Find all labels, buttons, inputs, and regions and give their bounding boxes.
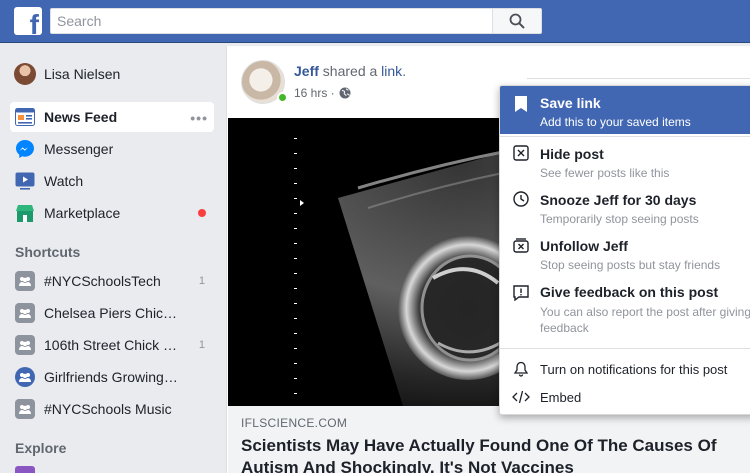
sidebar-item-news-feed[interactable]: News Feed ••• <box>10 102 214 132</box>
menu-item-subtitle: Add this to your saved items <box>540 115 691 129</box>
unread-count: 1 <box>198 275 205 287</box>
menu-item-subtitle: Temporarily stop seeing posts <box>540 212 699 226</box>
sidebar-item-messenger[interactable]: Messenger <box>10 134 214 164</box>
online-status-icon <box>277 92 288 103</box>
left-sidebar: Lisa Nielsen News Feed ••• Messenger Wat… <box>0 43 226 473</box>
clock-icon <box>513 191 529 207</box>
news-feed-icon <box>15 108 35 126</box>
post-action-text: shared a <box>318 63 382 79</box>
search-icon <box>509 13 525 29</box>
menu-divider <box>500 136 750 137</box>
explore-item-icon[interactable] <box>15 466 35 473</box>
post-object-link[interactable]: link <box>381 63 402 79</box>
sidebar-item-label: Girlfriends Growing… <box>44 369 178 385</box>
menu-item-subtitle: See fewer posts like this <box>540 166 670 180</box>
menu-item-save-link[interactable]: Save link Add this to your saved items <box>500 86 750 134</box>
menu-item-title: Save link <box>540 95 601 111</box>
sidebar-item-label: Marketplace <box>44 205 121 221</box>
messenger-icon <box>16 140 34 158</box>
sidebar-item-label: #NYCSchoolsTech <box>44 273 161 289</box>
sidebar-item-label: Messenger <box>44 141 114 157</box>
code-icon <box>512 390 530 404</box>
avatar <box>14 63 36 85</box>
more-options-icon[interactable]: ••• <box>190 110 208 126</box>
sidebar-item-label: Watch <box>44 173 84 189</box>
menu-item-title: Unfollow Jeff <box>540 238 628 254</box>
sidebar-item-label: 106th Street Chick … <box>44 337 178 353</box>
post-suffix: . <box>402 63 407 79</box>
menu-item-title: Hide post <box>540 146 604 162</box>
logo-letter: f <box>29 9 39 36</box>
group-icon <box>15 399 35 419</box>
menu-item-title: Embed <box>540 390 582 405</box>
menu-divider <box>500 348 750 349</box>
hide-post-icon <box>513 145 529 161</box>
marketplace-icon <box>16 205 34 222</box>
menu-item-title: Turn on notifications for this post <box>540 362 728 377</box>
bookmark-icon <box>515 96 527 112</box>
watch-icon <box>15 172 35 190</box>
sidebar-item-shortcut[interactable]: #NYCSchoolsTech 1 <box>10 266 214 296</box>
post-time-text[interactable]: 16 hrs · <box>294 86 335 100</box>
explore-heading: Explore <box>15 440 67 456</box>
menu-item-embed[interactable]: Embed <box>500 384 750 410</box>
link-domain: IFLSCIENCE.COM <box>241 416 348 430</box>
group-icon <box>15 335 35 355</box>
search-button[interactable] <box>493 8 542 34</box>
post-options-menu: Save link Add this to your saved items H… <box>499 85 750 415</box>
sidebar-item-shortcut[interactable]: #NYCSchools Music <box>10 394 214 424</box>
sidebar-profile[interactable]: Lisa Nielsen <box>10 59 214 89</box>
menu-item-hide-post[interactable]: Hide post See fewer posts like this <box>500 138 750 182</box>
menu-item-unfollow[interactable]: Unfollow Jeff Stop seeing posts but stay… <box>500 230 750 276</box>
menu-item-title: Snooze Jeff for 30 days <box>540 192 697 208</box>
post-timestamp: 16 hrs · <box>294 86 351 100</box>
menu-item-title: Give feedback on this post <box>540 284 719 300</box>
sidebar-item-shortcut[interactable]: 106th Street Chick … 1 <box>10 330 214 360</box>
post-author-link[interactable]: Jeff <box>294 63 319 79</box>
bell-icon <box>513 361 529 377</box>
sidebar-item-shortcut[interactable]: Chelsea Piers Chic… <box>10 298 214 328</box>
user-name: Lisa Nielsen <box>44 66 121 82</box>
top-bar: f <box>0 0 750 43</box>
sidebar-item-label: News Feed <box>44 109 118 125</box>
post-header: Jeff shared a link. <box>294 63 406 79</box>
menu-item-subtitle: Stop seeing posts but stay friends <box>540 258 721 272</box>
menu-item-give-feedback[interactable]: Give feedback on this post You can also … <box>500 276 750 344</box>
group-icon <box>15 271 35 291</box>
sidebar-item-watch[interactable]: Watch <box>10 166 214 196</box>
menu-item-snooze[interactable]: Snooze Jeff for 30 days Temporarily stop… <box>500 184 750 230</box>
notification-dot <box>198 209 206 217</box>
link-title[interactable]: Scientists May Have Actually Found One O… <box>241 435 746 473</box>
sidebar-item-shortcut[interactable]: Girlfriends Growing… <box>10 362 214 392</box>
globe-icon <box>339 87 351 99</box>
sidebar-item-marketplace[interactable]: Marketplace <box>10 198 214 228</box>
menu-anchor-divider <box>527 78 750 79</box>
facebook-logo-icon[interactable]: f <box>14 7 42 35</box>
feedback-icon <box>513 285 529 301</box>
sidebar-item-label: #NYCSchools Music <box>44 401 172 417</box>
unread-count: 1 <box>198 339 205 351</box>
menu-item-notifications[interactable]: Turn on notifications for this post <box>500 356 750 382</box>
group-icon <box>15 367 35 387</box>
shortcuts-heading: Shortcuts <box>15 244 81 260</box>
menu-item-subtitle: You can also report the post after givin… <box>540 305 750 335</box>
unfollow-icon <box>513 238 529 253</box>
group-icon <box>15 303 35 323</box>
sidebar-item-label: Chelsea Piers Chic… <box>44 305 178 321</box>
search-input[interactable] <box>50 8 493 34</box>
